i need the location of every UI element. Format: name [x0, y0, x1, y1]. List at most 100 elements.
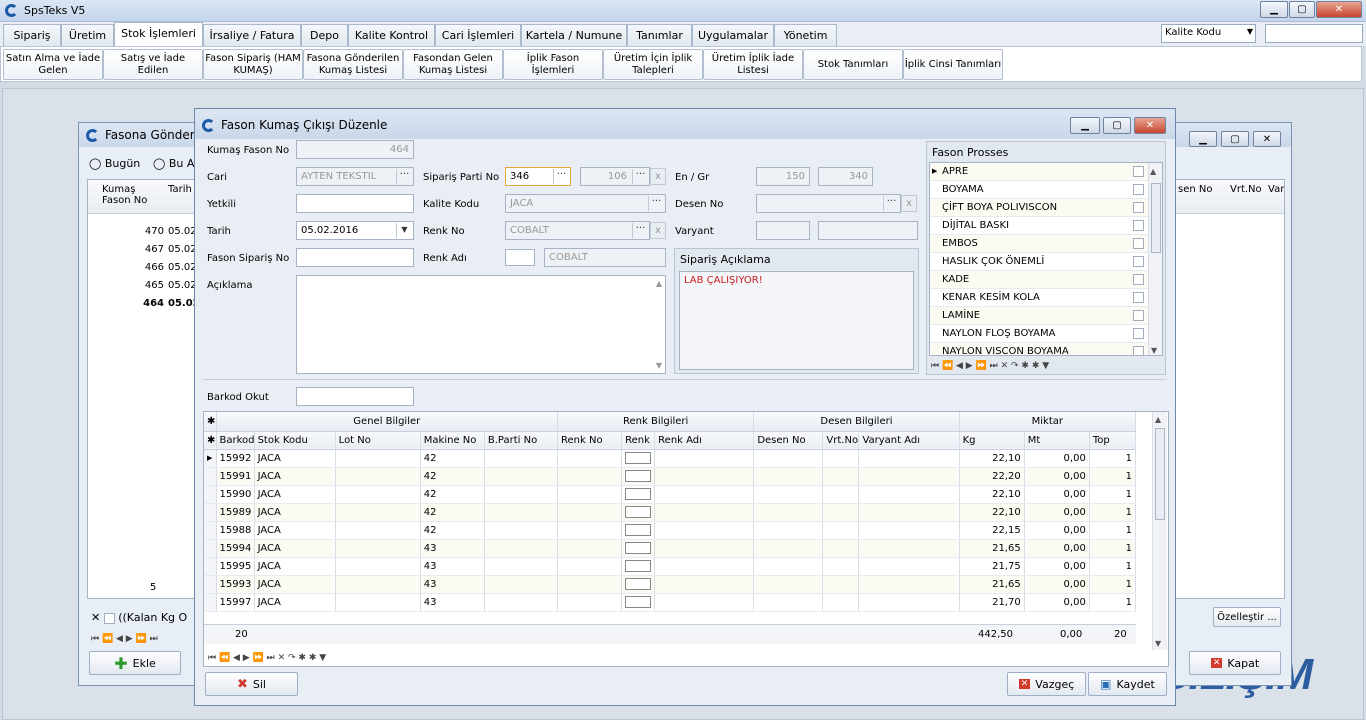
cell-desen-no[interactable] — [753, 557, 824, 576]
cell-makine-no[interactable]: 42 — [420, 485, 485, 504]
filter-checkbox[interactable] — [103, 612, 115, 624]
cell-mt[interactable]: 0,00 — [1024, 593, 1090, 612]
cell-mt[interactable]: 0,00 — [1024, 557, 1090, 576]
tab-irsaliye-fatura[interactable]: İrsaliye / Fatura — [203, 24, 301, 46]
siparis-parti-no-field[interactable]: 346 ··· — [505, 167, 571, 186]
row-indicator[interactable] — [204, 467, 217, 486]
table-row[interactable]: 15991 JACA 42 22,20 0,00 1 — [204, 467, 1137, 486]
cell-makine-no[interactable]: 43 — [420, 575, 485, 594]
cell-top[interactable]: 1 — [1089, 485, 1137, 504]
kumas-fason-no-field[interactable]: 464 — [296, 140, 414, 159]
sil-button[interactable]: ✖ Sil — [205, 672, 298, 696]
kapat-button[interactable]: ✕ Kapat — [1189, 651, 1281, 675]
prosses-checkbox[interactable] — [1133, 184, 1144, 195]
cell-renk-no[interactable] — [557, 557, 623, 576]
row-indicator[interactable]: ▶ — [204, 449, 217, 468]
cell-lot-no[interactable] — [335, 557, 421, 576]
prosses-checkbox[interactable] — [1133, 346, 1144, 355]
table-row[interactable]: 15993 JACA 43 21,65 0,00 1 — [204, 575, 1137, 594]
dialog-close-button[interactable]: ✕ — [1134, 117, 1166, 134]
column-header[interactable]: Renk No — [557, 431, 623, 450]
cell-renk-no[interactable] — [557, 593, 623, 612]
table-row[interactable]: 464 — [102, 298, 164, 309]
tab-depo[interactable]: Depo — [301, 24, 348, 46]
cell-desen-no[interactable] — [753, 503, 824, 522]
table-row[interactable]: 15988 JACA 42 22,15 0,00 1 — [204, 521, 1137, 540]
cell-vrt-no[interactable] — [822, 521, 860, 540]
cell-mt[interactable]: 0,00 — [1024, 539, 1090, 558]
cell-renk-adi[interactable] — [654, 467, 755, 486]
prosses-checkbox[interactable] — [1133, 202, 1144, 213]
ellipsis-icon[interactable]: ··· — [396, 169, 412, 184]
ellipsis-icon[interactable]: ··· — [632, 223, 648, 238]
cell-renk-no[interactable] — [557, 521, 623, 540]
cell-barkod[interactable]: 15991 — [216, 467, 255, 486]
cell-kg[interactable]: 21,70 — [959, 593, 1025, 612]
cell-lot-no[interactable] — [335, 467, 421, 486]
prosses-item[interactable]: HASLIK ÇOK ÖNEMLİ — [930, 253, 1148, 271]
satin-alma-iade-button[interactable]: Satın Alma ve İade Gelen — [3, 49, 103, 80]
cari-field[interactable]: AYTEN TEKSTIL ··· — [296, 167, 414, 186]
cell-b-parti-no[interactable] — [484, 539, 559, 558]
cell-varyant-adi[interactable] — [858, 521, 960, 540]
cell-desen-no[interactable] — [753, 467, 824, 486]
cell-mt[interactable]: 0,00 — [1024, 575, 1090, 594]
tab-uygulamalar[interactable]: Uygulamalar — [692, 24, 774, 46]
prosses-checkbox[interactable] — [1133, 310, 1144, 321]
cell-barkod[interactable]: 15988 — [216, 521, 255, 540]
cell-b-parti-no[interactable] — [484, 467, 559, 486]
table-row[interactable]: 15994 JACA 43 21,65 0,00 1 — [204, 539, 1137, 558]
bg-maximize-button[interactable]: ▢ — [1221, 131, 1249, 147]
cell-mt[interactable]: 0,00 — [1024, 503, 1090, 522]
prosses-checkbox[interactable] — [1133, 292, 1144, 303]
cell-barkod[interactable]: 15989 — [216, 503, 255, 522]
cell-desen-no[interactable] — [753, 539, 824, 558]
prosses-nav-bar[interactable]: ⏮ ⏪ ◀ ▶ ⏩ ⏭ ✕ ↷ ✱ ✱ ▼ — [931, 358, 1049, 374]
table-row[interactable]: 15990 JACA 42 22,10 0,00 1 — [204, 485, 1137, 504]
chevron-down-icon[interactable]: ▼ — [396, 223, 412, 238]
cell-lot-no[interactable] — [335, 539, 421, 558]
cell-renk-adi[interactable] — [654, 449, 755, 468]
cell-varyant-adi[interactable] — [858, 449, 960, 468]
prosses-item[interactable]: NAYLON VISCON BOYAMA — [930, 343, 1148, 355]
cell-kg[interactable]: 22,10 — [959, 485, 1025, 504]
column-header[interactable]: Stok Kodu — [254, 431, 336, 450]
cell-varyant-adi[interactable] — [858, 485, 960, 504]
cell-b-parti-no[interactable] — [484, 575, 559, 594]
aciklama-textarea[interactable]: ▲ ▼ — [296, 275, 666, 374]
cell-vrt-no[interactable] — [822, 449, 860, 468]
cell-renk[interactable] — [621, 449, 656, 468]
row-indicator[interactable] — [204, 593, 217, 612]
cell-kg[interactable]: 21,75 — [959, 557, 1025, 576]
parti-detail-field[interactable]: 106 ··· — [580, 167, 650, 186]
table-row[interactable]: 470 — [102, 226, 164, 237]
cell-renk[interactable] — [621, 521, 656, 540]
cell-renk-adi[interactable] — [654, 539, 755, 558]
table-row[interactable]: 15997 JACA 43 21,70 0,00 1 — [204, 593, 1137, 612]
cell-renk-adi[interactable] — [654, 503, 755, 522]
minimize-button[interactable]: ▁ — [1260, 1, 1288, 18]
prosses-scrollbar[interactable]: ▲ ▼ — [1148, 163, 1162, 355]
cell-stok-kodu[interactable]: JACA — [254, 449, 336, 468]
cell-top[interactable]: 1 — [1089, 575, 1137, 594]
tab-yonetim[interactable]: Yönetim — [774, 24, 837, 46]
cell-barkod[interactable]: 15992 — [216, 449, 255, 468]
tab-stok-islemleri[interactable]: Stok İşlemleri — [114, 22, 203, 46]
row-indicator[interactable] — [204, 485, 217, 504]
kalite-kodu-select[interactable]: Kalite Kodu ▼ — [1161, 24, 1256, 43]
row-indicator[interactable] — [204, 557, 217, 576]
table-row[interactable]: 15995 JACA 43 21,75 0,00 1 — [204, 557, 1137, 576]
radio-bugun[interactable]: ◯ Bugün — [89, 157, 140, 170]
cell-lot-no[interactable] — [335, 521, 421, 540]
stok-tanimlari-button[interactable]: Stok Tanımları — [803, 49, 903, 80]
cell-renk[interactable] — [621, 539, 656, 558]
clear-renk-icon[interactable]: x — [650, 222, 666, 239]
cell-desen-no[interactable] — [753, 449, 824, 468]
cell-vrt-no[interactable] — [822, 539, 860, 558]
tab-kartela-numune[interactable]: Kartela / Numune — [521, 24, 627, 46]
desen-no-field[interactable]: ··· — [756, 194, 901, 213]
cell-varyant-adi[interactable] — [858, 593, 960, 612]
cell-stok-kodu[interactable]: JACA — [254, 503, 336, 522]
cell-renk-no[interactable] — [557, 539, 623, 558]
clear-desen-icon[interactable]: x — [901, 195, 917, 212]
